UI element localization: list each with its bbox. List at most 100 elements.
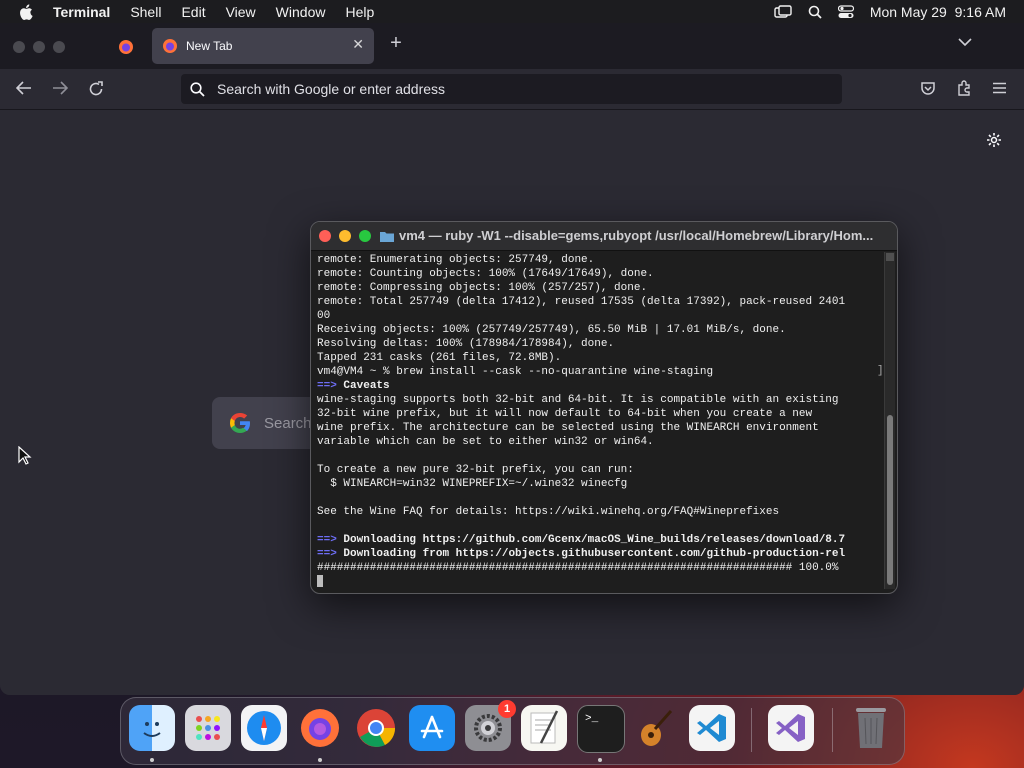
apple-menu-icon[interactable] (19, 3, 33, 20)
dock-textedit[interactable] (521, 705, 567, 751)
menu-view[interactable]: View (226, 4, 256, 20)
window-close-button[interactable] (13, 41, 25, 53)
chrome-icon (357, 709, 396, 747)
menubar-clock[interactable]: Mon May 29 9:16 AM (870, 4, 1006, 20)
terminal-line: To create a new pure 32-bit prefix, you … (317, 464, 634, 476)
gear-icon (474, 714, 502, 742)
window-minimize-button[interactable] (33, 41, 45, 53)
terminal-output[interactable]: remote: Enumerating objects: 257749, don… (317, 253, 879, 588)
dock-running-indicator (318, 758, 322, 762)
pocket-icon[interactable] (920, 80, 936, 96)
mark-bracket: ] (877, 365, 884, 377)
hamburger-menu-icon[interactable] (992, 82, 1007, 94)
terminal-line: See the Wine FAQ for details: https://wi… (317, 506, 780, 518)
progress-line: ########################################… (317, 562, 839, 574)
menu-bar: Terminal Shell Edit View Window Help Mon… (0, 0, 1024, 23)
dock: 1 >_ (120, 697, 905, 765)
firefox-icon (119, 40, 133, 54)
scroll-up-button[interactable] (886, 253, 894, 261)
terminal-line: $ WINEARCH=win32 WINEPREFIX=~/.wine32 wi… (317, 478, 628, 490)
back-arrow-icon[interactable] (16, 81, 32, 95)
chevron-down-icon[interactable] (958, 37, 972, 47)
scrollbar-thumb[interactable] (887, 415, 893, 585)
text-cursor (317, 575, 323, 588)
dock-separator (751, 708, 752, 752)
reload-icon[interactable] (88, 81, 104, 97)
visual-studio-icon (776, 714, 805, 742)
terminal-prompt-icon: >_ (585, 713, 599, 725)
spotlight-search-icon[interactable] (808, 5, 822, 19)
dock-terminal[interactable]: >_ (577, 705, 625, 753)
dock-safari[interactable] (241, 705, 287, 751)
screen-mirroring-icon[interactable] (774, 4, 792, 19)
dock-launchpad[interactable] (185, 705, 231, 751)
google-logo-icon (229, 413, 250, 433)
arrow-marker: ==> (317, 380, 337, 392)
address-input[interactable] (215, 80, 819, 98)
download-text: Downloading https://github.com/Gcenx/mac… (343, 534, 846, 546)
dock-garageband[interactable] (633, 705, 679, 751)
terminal-minimize-button[interactable] (339, 230, 351, 242)
terminal-cursor-line (317, 575, 879, 588)
gear-icon[interactable] (986, 132, 1002, 148)
window-zoom-button[interactable] (53, 41, 65, 53)
forward-arrow-icon[interactable] (52, 81, 68, 95)
launchpad-grid-icon (196, 716, 220, 740)
dock-trash[interactable] (848, 705, 894, 751)
search-icon (190, 81, 205, 97)
terminal-scrollbar[interactable] (884, 252, 895, 589)
dock-system-preferences[interactable]: 1 (465, 700, 516, 751)
dock-chrome[interactable] (353, 705, 399, 751)
safari-compass-icon (247, 711, 281, 745)
menu-help[interactable]: Help (345, 4, 374, 20)
extensions-icon[interactable] (956, 80, 972, 96)
menu-shell[interactable]: Shell (130, 4, 161, 20)
dock-running-indicator (598, 758, 602, 762)
terminal-line: remote: Compressing objects: 100% (257/2… (317, 282, 648, 294)
terminal-line: wine-staging supports both 32-bit and 64… (317, 394, 839, 406)
dock-visual-studio[interactable] (768, 705, 814, 751)
google-search-placeholder: Search (264, 414, 312, 432)
terminal-line: remote: Total 257749 (delta 17412), reus… (317, 296, 846, 308)
navigation-toolbar (0, 69, 1024, 110)
terminal-title-bar[interactable]: vm4 — ruby -W1 --disable=gems,rubyopt /u… (311, 222, 897, 251)
trash-icon (856, 708, 886, 748)
textedit-pen-icon (530, 710, 559, 744)
terminal-title: vm4 — ruby -W1 --disable=gems,rubyopt /u… (399, 228, 874, 243)
dock-running-indicator (150, 758, 154, 762)
tab-title: New Tab (186, 39, 233, 53)
terminal-line: Resolving deltas: 100% (178984/178984), … (317, 338, 615, 350)
guitar-icon (641, 710, 673, 746)
menu-window[interactable]: Window (276, 4, 326, 20)
terminal-line: wine prefix. The architecture can be sel… (317, 422, 819, 434)
address-bar[interactable] (181, 74, 842, 104)
menu-edit[interactable]: Edit (181, 4, 205, 20)
firefox-icon (301, 709, 339, 747)
control-center-icon[interactable] (837, 4, 854, 19)
terminal-window: vm4 — ruby -W1 --disable=gems,rubyopt /u… (310, 221, 898, 594)
close-tab-icon[interactable]: ✕ (352, 36, 364, 53)
dock-firefox[interactable] (297, 705, 343, 751)
arrow-marker: ==> (317, 534, 337, 546)
app-store-icon (420, 715, 444, 739)
terminal-close-button[interactable] (319, 230, 331, 242)
pinned-tab-firefox[interactable] (108, 29, 144, 65)
finder-icon (143, 722, 161, 737)
dock-vscode[interactable] (689, 705, 735, 751)
mouse-pointer-icon (18, 446, 32, 465)
terminal-line: 00 (317, 310, 331, 322)
dock-app-store[interactable] (409, 705, 455, 751)
download-line: ==> Downloading from https://objects.git… (317, 547, 879, 561)
notification-badge: 1 (498, 700, 516, 718)
tab-new-tab[interactable]: New Tab ✕ (152, 28, 374, 64)
arrow-marker: ==> (317, 548, 337, 560)
terminal-command-line: vm4@VM4 ~ % brew install --cask --no-qua… (317, 366, 714, 378)
dock-finder[interactable] (129, 705, 175, 751)
terminal-zoom-button[interactable] (359, 230, 371, 242)
menu-app-name[interactable]: Terminal (53, 4, 110, 20)
new-tab-button[interactable]: + (386, 32, 406, 55)
terminal-line: variable which can be set to either win3… (317, 436, 654, 448)
